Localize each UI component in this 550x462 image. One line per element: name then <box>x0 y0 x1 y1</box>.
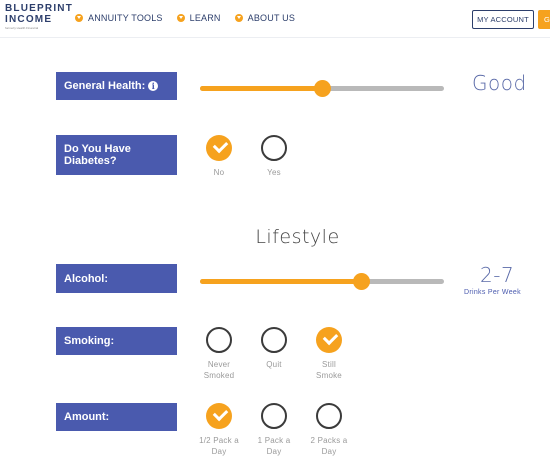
diabetes-option-no[interactable]: No <box>194 135 244 178</box>
general-health-label: General Health: i <box>56 72 177 100</box>
general-health-slider[interactable] <box>200 80 444 97</box>
chevron-down-icon <box>75 14 83 22</box>
slider-thumb[interactable] <box>352 273 370 290</box>
amount-option-one-pack[interactable]: 1 Pack a Day <box>249 403 299 457</box>
amount-option-half-pack[interactable]: 1/2 Pack a Day <box>194 403 244 457</box>
option-label: Never Smoked <box>203 360 235 380</box>
slider-thumb[interactable] <box>313 80 331 97</box>
smoking-option-still[interactable]: Still Smoke <box>304 327 354 381</box>
general-health-value: Good <box>472 71 527 95</box>
radio-checked[interactable] <box>206 135 232 161</box>
radio-unchecked[interactable] <box>316 403 342 429</box>
option-label: Yes <box>267 168 281 177</box>
logo-line-1: BLUEPRINT <box>5 3 74 14</box>
radio-unchecked[interactable] <box>261 135 287 161</box>
alcohol-slider[interactable] <box>200 273 444 290</box>
alcohol-unit: Drinks Per Week <box>464 289 521 296</box>
smoking-option-never[interactable]: Never Smoked <box>194 327 244 381</box>
option-label: 1 Pack a Day <box>257 436 291 456</box>
radio-unchecked[interactable] <box>261 403 287 429</box>
slider-fill <box>200 86 322 91</box>
alcohol-value: 2-7 <box>480 263 515 287</box>
option-label: No <box>213 168 225 177</box>
get-started-button[interactable]: G <box>538 10 550 29</box>
radio-unchecked[interactable] <box>261 327 287 353</box>
chevron-down-icon <box>234 14 243 22</box>
alcohol-label: Alcohol: <box>56 264 177 293</box>
amount-label: Amount: <box>56 403 177 431</box>
smoking-label: Smoking: <box>56 327 177 355</box>
logo-subtitle: formerly Health Financial <box>5 26 39 30</box>
chevron-down-icon <box>176 14 185 22</box>
option-label: Quit <box>266 360 282 369</box>
slider-fill <box>200 279 362 284</box>
radio-checked[interactable] <box>316 327 342 353</box>
option-label: Still Smoke <box>316 360 342 380</box>
nav-item-label: LEARN <box>189 13 221 23</box>
amount-option-two-packs[interactable]: 2 Packs a Day <box>304 403 354 457</box>
diabetes-option-yes[interactable]: Yes <box>249 135 299 178</box>
my-account-button[interactable]: MY ACCOUNT <box>472 10 534 29</box>
nav-item-label: ABOUT US <box>247 13 296 23</box>
alcohol-label-text: Alcohol: <box>64 272 108 285</box>
logo-line-2: INCOME <box>5 14 53 25</box>
diabetes-label-text: Do You Have Diabetes? <box>64 143 131 167</box>
option-label: 2 Packs a Day <box>310 436 348 456</box>
site-header: BLUEPRINT INCOME formerly Health Financi… <box>0 0 550 38</box>
nav-item-about-us[interactable]: ABOUT US <box>234 13 296 23</box>
main-nav: ANNUITY TOOLS LEARN ABOUT US <box>75 13 295 23</box>
logo[interactable]: BLUEPRINT INCOME formerly Health Financi… <box>5 3 74 30</box>
diabetes-label: Do You Have Diabetes? <box>56 135 177 175</box>
nav-item-learn[interactable]: LEARN <box>176 13 221 23</box>
general-health-label-text: General Health: <box>64 80 146 92</box>
radio-checked[interactable] <box>206 403 232 429</box>
smoking-option-quit[interactable]: Quit <box>249 327 299 370</box>
lifestyle-title: Lifestyle <box>255 226 340 248</box>
smoking-label-text: Smoking: <box>64 335 115 347</box>
nav-item-annuity-tools[interactable]: ANNUITY TOOLS <box>75 13 163 23</box>
nav-item-label: ANNUITY TOOLS <box>88 13 163 23</box>
option-label: 1/2 Pack a Day <box>199 436 239 456</box>
amount-label-text: Amount: <box>64 411 110 423</box>
radio-unchecked[interactable] <box>206 327 232 353</box>
info-icon[interactable]: i <box>148 81 159 91</box>
